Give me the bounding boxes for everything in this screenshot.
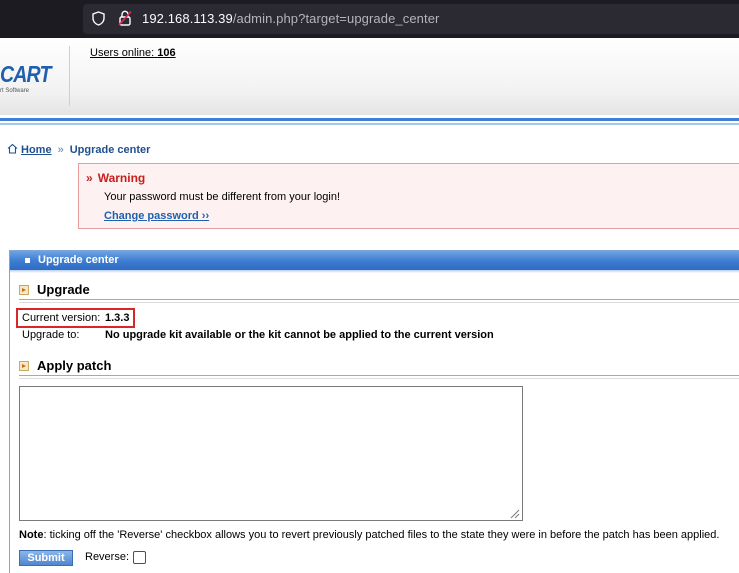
url-text[interactable]: 192.168.113.39/admin.php?target=upgrade_…	[142, 11, 439, 26]
logo-subtitle: rt Software	[0, 88, 30, 94]
square-bullet-icon	[25, 258, 30, 263]
warning-title-text: Warning	[97, 171, 146, 185]
admin-header: CART rt Software Users online: 106	[0, 38, 739, 115]
panel-header: Upgrade center	[10, 251, 739, 270]
warning-title: » Warning	[86, 171, 145, 185]
section-rule-light	[19, 378, 739, 379]
home-icon	[7, 143, 18, 154]
breadcrumb: Home » Upgrade center	[7, 143, 150, 156]
url-path: /admin.php?target=upgrade_center	[232, 11, 440, 26]
insecure-lock-icon[interactable]	[118, 10, 132, 26]
patch-note: Note: ticking off the 'Reverse' checkbox…	[19, 529, 719, 541]
upgrade-to-value: No upgrade kit available or the kit cann…	[105, 329, 494, 341]
panel-header-shadow	[10, 270, 739, 273]
section-rule-light	[19, 302, 739, 303]
browser-toolbar: 192.168.113.39/admin.php?target=upgrade_…	[0, 0, 739, 38]
resize-grip-icon[interactable]	[510, 509, 520, 519]
header-divider	[69, 46, 70, 106]
arrow-right-icon	[19, 285, 29, 295]
arrow-right-icon	[19, 361, 29, 371]
breadcrumb-separator-icon: »	[57, 144, 64, 156]
upgrade-section-title: Upgrade	[37, 282, 90, 297]
users-online[interactable]: Users online: 106	[90, 47, 176, 59]
highlight-annotation	[16, 308, 135, 328]
breadcrumb-home-link[interactable]: Home	[21, 144, 52, 156]
upgrade-to-label: Upgrade to:	[22, 329, 80, 341]
note-text: : ticking off the 'Reverse' checkbox all…	[43, 529, 720, 541]
breadcrumb-current: Upgrade center	[69, 144, 151, 156]
users-online-label: Users online:	[90, 47, 155, 59]
warning-message: Your password must be different from you…	[104, 191, 341, 203]
header-stripe	[0, 115, 739, 128]
reverse-label: Reverse:	[85, 551, 130, 563]
apply-patch-section-title: Apply patch	[37, 358, 112, 373]
note-label: Note	[19, 529, 44, 541]
chevron-right-icon: »	[86, 171, 93, 185]
logo[interactable]: CART	[0, 61, 51, 88]
section-rule	[19, 299, 739, 300]
reverse-checkbox[interactable]	[133, 551, 146, 564]
patch-textarea[interactable]	[19, 386, 523, 521]
users-online-count: 106	[157, 47, 176, 59]
panel-title: Upgrade center	[38, 254, 119, 266]
warning-box: » Warning Your password must be different…	[78, 163, 739, 229]
submit-button[interactable]: Submit	[19, 550, 73, 566]
shield-icon[interactable]	[92, 11, 105, 26]
url-host: 192.168.113.39	[142, 11, 233, 26]
section-rule	[19, 375, 739, 376]
change-password-link[interactable]: Change password ››	[104, 210, 209, 222]
